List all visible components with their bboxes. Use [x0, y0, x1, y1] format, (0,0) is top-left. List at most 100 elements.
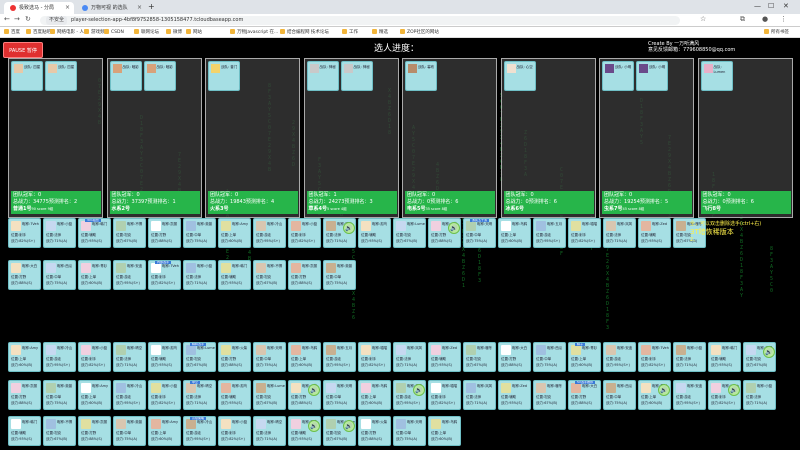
- player-card[interactable]: 昵称:安迪 位置:游走 战力:95%(S+): [603, 342, 636, 372]
- team-panel[interactable]: 战队: 幕布 团队冠军：0 总战力：0预测排名：6 电系5号35 score 8组: [402, 58, 497, 218]
- security-badge[interactable]: 不安全: [46, 16, 68, 25]
- speaker-icon[interactable]: 🔊: [763, 346, 775, 358]
- player-card[interactable]: 昵称:Amy 位置:上单 战力:60%(B): [218, 218, 251, 248]
- player-card[interactable]: 昵称:青衫 位置:上单 战力:60%(B) 精子: [568, 342, 601, 372]
- player-card[interactable]: 昵称:小蓝 位置:射手 战力:82%(S+): [288, 218, 321, 248]
- player-card[interactable]: 昵称:西瓜 位置:中单 战力:75%(A): [603, 380, 636, 410]
- team-panel[interactable]: 战队: 普门 团队冠军：0 总战力：19843预测排名：4 火系3号: [205, 58, 300, 218]
- maximize-icon[interactable]: ☐: [768, 2, 774, 10]
- player-card[interactable]: 昵称:Zed 位置:辅助 战力:93%(S): [498, 380, 531, 410]
- player-card[interactable]: 昵称:孤鸟位置:辅助战力:93%(S): [358, 218, 391, 248]
- player-card[interactable]: 昵称:乌鸦 位置:上单 战力:60%(B): [498, 218, 531, 248]
- player-card[interactable]: 昵称:不惧位置:坦克战力:67%(B): [253, 260, 286, 290]
- player-card[interactable]: 昵称:Amy 位置:上单 战力:60%(B): [148, 416, 181, 446]
- player-card[interactable]: 昵称:晴空 位置:法师 战力:71%(A) 中立: [183, 380, 216, 410]
- player-card[interactable]: 昵称:天晴 位置:中单 战力:75%(A): [253, 342, 286, 372]
- profile-icon[interactable]: ●: [762, 15, 768, 23]
- player-card[interactable]: 昵称:Zed 位置:辅助 战力:93%(S): [428, 342, 461, 372]
- minimize-icon[interactable]: —: [754, 2, 761, 10]
- bookmark-item[interactable]: 精选: [372, 29, 388, 35]
- player-card[interactable]: 昵称:Lumen 位置:坦克战力:67%(B): [393, 218, 426, 248]
- pause-button[interactable]: PAUSE 暂停: [3, 42, 43, 58]
- captain-card[interactable]: 战队: 四星: [11, 61, 43, 91]
- player-card[interactable]: 昵称:大白 位置:打野 战力:88%(S): [498, 342, 531, 372]
- player-card[interactable]: 昵称:西瓜 位置:中单 战力:75%(A): [43, 260, 76, 290]
- bookmark-item[interactable]: 结合编程网 技术论坛: [280, 29, 329, 35]
- player-card[interactable]: 昵称:孤鸟位置:辅助战力:93%(S): [218, 380, 251, 410]
- player-card[interactable]: 昵称:喵喵 位置:射手 战力:82%(S+): [358, 342, 391, 372]
- speaker-icon[interactable]: 🔊: [728, 384, 740, 396]
- reload-icon[interactable]: ↻: [25, 15, 31, 23]
- bookmark-item[interactable]: 网站: [186, 29, 202, 35]
- player-card[interactable]: 昵称:Amy 位置:上单 战力:60%(B): [78, 380, 111, 410]
- player-card[interactable]: 昵称:奥普 位置:中单 战力:75%(A): [323, 260, 356, 290]
- player-card[interactable]: 昵称:小蓝 位置:法师 战力:71%(A): [743, 380, 776, 410]
- captain-card[interactable]: 战队: 四星: [45, 61, 77, 91]
- bookmark-item[interactable]: 所有书签: [764, 29, 789, 35]
- captain-card[interactable]: 战队: 暗影: [143, 61, 176, 91]
- captain-card[interactable]: 战队: 暗影: [109, 61, 142, 91]
- player-card[interactable]: 昵称:凯丽 位置:打野 战力:88%(S): [78, 416, 111, 446]
- player-card[interactable]: 昵称:小蓝 位置:法师 战力:71%(A): [183, 260, 216, 290]
- player-card[interactable]: 昵称:乌鸦 位置:上单 战力:60%(B): [358, 380, 391, 410]
- player-card[interactable]: 昵称:安迪 位置:游走 战力:95%(S+): [673, 380, 706, 410]
- url-input[interactable]: 不安全 player-selection-app-4bf8f975285​8-13…: [40, 16, 680, 25]
- tab-1[interactable]: 万物可视 的选队 ×: [76, 2, 146, 14]
- player-card[interactable]: 昵称:天晴 位置:中单 战力:75%(A): [393, 416, 426, 446]
- player-card[interactable]: 昵称:小蓝 位置:射手 战力:82%(S+): [78, 342, 111, 372]
- bookmark-item[interactable]: 万物Javascript 在...: [230, 29, 278, 35]
- player-card[interactable]: 昵称:火柴位置:打野战力:88%(S): [218, 342, 251, 372]
- close-tab-icon[interactable]: ×: [65, 2, 70, 14]
- speaker-icon[interactable]: 🔊: [343, 420, 355, 432]
- player-card[interactable]: 昵称:韩门 位置:辅助 战力:93%(S) 3V1组合: [78, 218, 111, 248]
- bookmark-item[interactable]: 百度: [4, 29, 20, 35]
- speaker-icon[interactable]: 🔊: [343, 222, 355, 234]
- captain-card[interactable]: 战队: 普门: [208, 61, 240, 91]
- player-card[interactable]: 昵称:喵喵 位置:射手 战力:82%(S+): [428, 380, 461, 410]
- extensions-icon[interactable]: ⧉: [740, 15, 745, 24]
- captain-card[interactable]: 战队: Lumen: [700, 61, 733, 91]
- player-card[interactable]: 昵称:暖冬 位置:坦克 战力:67%(B): [463, 342, 496, 372]
- player-card[interactable]: 昵称:西瓜 位置:中单 战力:75%(A): [533, 342, 566, 372]
- team-panel[interactable]: 战队: 暗影 战队: 暗影 团队冠军：0 总战力：37397预测排名：1 水系2号: [106, 58, 202, 218]
- bookmark-item[interactable]: 网络电影 - 人物: [50, 29, 88, 35]
- player-card[interactable]: 昵称:冷山 位置:游走 战力:95%(S+): [113, 380, 146, 410]
- forward-icon[interactable]: →: [14, 15, 20, 23]
- captain-card[interactable]: 战队: 幕布: [405, 61, 437, 91]
- close-tab-icon[interactable]: ×: [137, 2, 142, 14]
- player-card[interactable]: 昵称:冷山 位置:游走 战力:95%(S+) 高级策略: [183, 416, 216, 446]
- player-card[interactable]: 昵称:奥普 位置:中单 战力:75%(A): [43, 380, 76, 410]
- player-card[interactable]: 昵称:大白 位置:打野 战力:88%(S): [8, 260, 41, 290]
- speaker-icon[interactable]: 🔊: [308, 420, 320, 432]
- player-card[interactable]: 昵称:不惧位置:坦克战力:67%(B): [113, 218, 146, 248]
- player-card[interactable]: 昵称:岚风 位置:法师 战力:71%(A): [393, 342, 426, 372]
- player-card[interactable]: 昵称:凯丽 位置:打野 战力:88%(S): [8, 380, 41, 410]
- player-card[interactable]: 昵称:乌鸦 位置:上单 战力:60%(B): [428, 416, 461, 446]
- player-card[interactable]: 昵称:青衫位置:上单战力:60%(B): [78, 260, 111, 290]
- player-card[interactable]: 昵称:7Veh 位置:射手战力:82%(S+): [638, 342, 671, 372]
- player-card[interactable]: 昵称:天晴 位置:中单 战力:75%(A) 游民五十派: [463, 218, 496, 248]
- player-card[interactable]: 昵称:天晴 位置:中单 战力:75%(A): [323, 380, 356, 410]
- bookmark-item[interactable]: 工作: [342, 29, 358, 35]
- menu-icon[interactable]: ⋮: [780, 15, 787, 23]
- player-card[interactable]: 昵称:韩门 位置:辅助 战力:93%(S): [8, 416, 41, 446]
- player-card[interactable]: 昵称:岚风 位置:法师 战力:71%(A): [463, 380, 496, 410]
- player-card[interactable]: 昵称:奥普 位置:中单 战力:75%(A): [183, 218, 216, 248]
- speaker-icon[interactable]: 🔊: [658, 384, 670, 396]
- speaker-icon[interactable]: 🔊: [448, 222, 460, 234]
- player-card[interactable]: 昵称:晴空位置:法师战力:71%(A): [253, 416, 286, 446]
- player-card[interactable]: 昵称:大白 位置:打野 战力:88%(S) 5V选手推荐: [568, 380, 601, 410]
- player-card[interactable]: 昵称:冷山 位置:游走 战力:95%(S+): [253, 218, 286, 248]
- player-card[interactable]: 昵称:小蓝 位置:射手 战力:82%(S+): [148, 380, 181, 410]
- captain-card[interactable]: 战队: 小明: [636, 61, 668, 91]
- captain-card[interactable]: 战队: 小明: [602, 61, 634, 91]
- captain-card[interactable]: 战队: 神秘: [340, 61, 373, 91]
- player-card[interactable]: 昵称:五月位置:游走战力:95%(S+): [533, 218, 566, 248]
- back-icon[interactable]: ←: [4, 15, 10, 23]
- team-panel[interactable]: 战队: Lumen 团队冠军：0 总战力：0预测排名：6 飞行8号: [697, 58, 793, 218]
- player-card[interactable]: 昵称:小蓝 位置:射手 战力:82%(S+): [218, 416, 251, 446]
- player-card[interactable]: 昵称:韩门 位置:辅助 战力:93%(S): [708, 342, 741, 372]
- player-card[interactable]: 昵称:凯丽 位置:打野 战力:88%(S): [288, 260, 321, 290]
- captain-card[interactable]: 战队: 神秘: [306, 61, 339, 91]
- speaker-icon[interactable]: 🔊: [413, 384, 425, 396]
